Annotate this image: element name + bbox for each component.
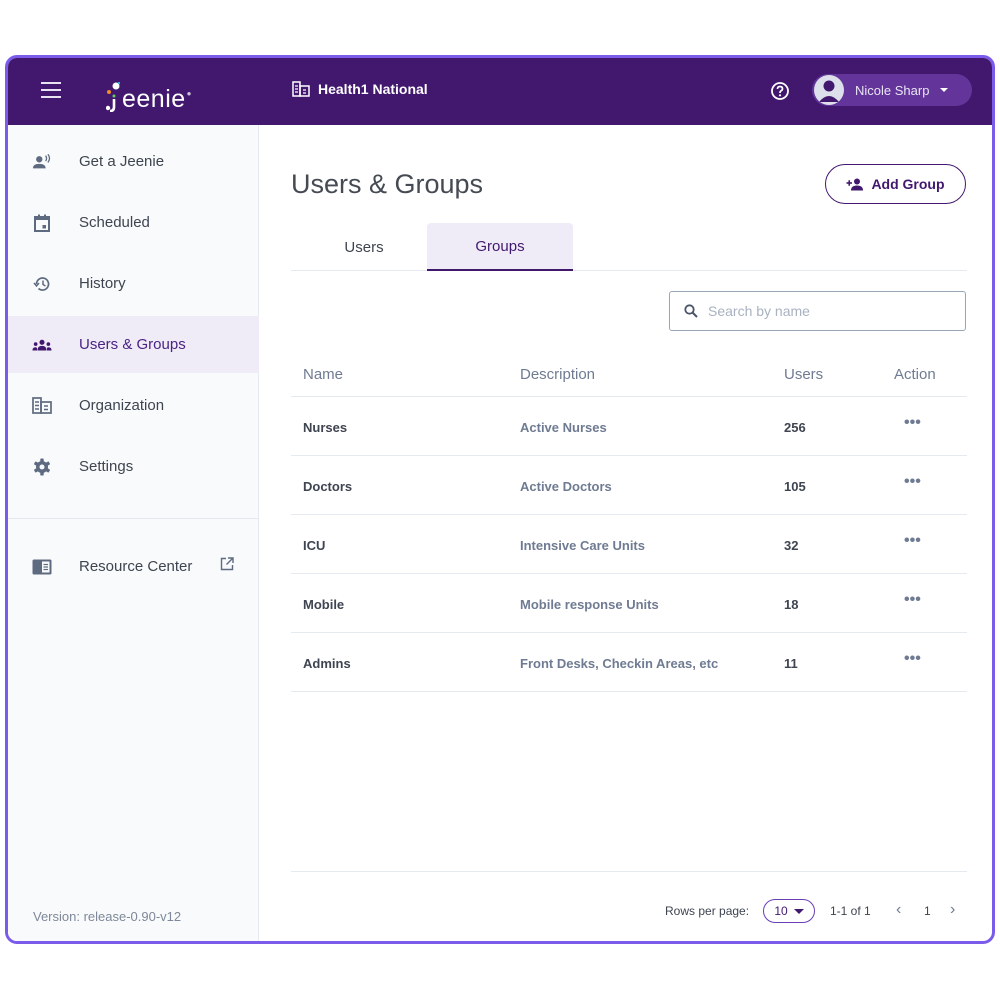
- gear-icon: [32, 457, 52, 477]
- group-name: Mobile: [303, 597, 345, 612]
- group-user-count: 32: [784, 538, 799, 553]
- table-row[interactable]: Admins Front Desks, Checkin Areas, etc 1…: [291, 633, 967, 692]
- table-row[interactable]: Nurses Active Nurses 256 •••: [291, 397, 967, 456]
- sidebar-item-label: Get a Jeenie: [79, 153, 165, 170]
- sidebar-item-organization[interactable]: Organization: [8, 377, 259, 434]
- user-menu-button[interactable]: Nicole Sharp: [812, 74, 972, 106]
- group-name: Admins: [303, 656, 351, 671]
- building-icon: [292, 81, 310, 97]
- pagination: Rows per page: 10 1-1 of 1 ‹ 1 ›: [259, 899, 992, 923]
- group-description: Front Desks, Checkin Areas, etc: [520, 656, 719, 671]
- page-title: Users & Groups: [291, 169, 484, 199]
- table-header: Name Description Users Action: [291, 353, 967, 397]
- sidebar-item-scheduled[interactable]: Scheduled: [8, 194, 259, 251]
- sidebar-item-resource-center[interactable]: Resource Center: [8, 538, 259, 595]
- tab-bar: Users Groups: [291, 223, 967, 271]
- logo-mark-icon: [106, 82, 120, 112]
- building-icon: [32, 396, 52, 416]
- sidebar-item-label: Organization: [79, 397, 165, 414]
- add-group-button[interactable]: Add Group: [825, 164, 966, 204]
- external-link-icon: [220, 557, 234, 576]
- account-circle-icon: [814, 75, 844, 105]
- group-name: Nurses: [303, 420, 348, 435]
- group-name: ICU: [303, 538, 326, 553]
- sidebar-divider: [8, 518, 259, 519]
- column-header-users[interactable]: Users: [784, 366, 823, 383]
- rows-per-page-value: 10: [774, 904, 788, 918]
- more-actions-icon[interactable]: •••: [904, 473, 921, 491]
- organization-name: Health1 National: [318, 81, 428, 97]
- sidebar-item-label: Settings: [79, 458, 134, 475]
- calendar-icon: [32, 213, 52, 233]
- sidebar-item-label: Users & Groups: [79, 336, 186, 353]
- version-label: Version: release-0.90-v12: [33, 909, 182, 924]
- search-field[interactable]: [669, 291, 966, 331]
- group-user-count: 18: [784, 597, 799, 612]
- tab-groups[interactable]: Groups: [427, 223, 573, 271]
- sidebar-item-label: Scheduled: [79, 214, 150, 231]
- sidebar-item-settings[interactable]: Settings: [8, 438, 259, 495]
- group-user-count: 105: [784, 479, 806, 494]
- chevron-left-icon[interactable]: ‹: [896, 901, 901, 919]
- groups-icon: [32, 335, 52, 355]
- sidebar-item-users-groups[interactable]: Users & Groups: [8, 316, 259, 373]
- jeenie-logo[interactable]: Jeenie eenie ●: [106, 72, 192, 112]
- sidebar: Get a Jeenie Scheduled History Users & G…: [8, 125, 259, 941]
- page-range: 1-1 of 1: [830, 904, 871, 918]
- sidebar-item-get-a-jeenie[interactable]: Get a Jeenie: [8, 133, 259, 190]
- organization-label: Health1 National: [292, 81, 428, 97]
- column-header-action: Action: [894, 366, 936, 383]
- column-header-name[interactable]: Name: [303, 366, 343, 383]
- chevron-right-icon[interactable]: ›: [950, 901, 955, 919]
- table-footer-divider: [291, 871, 967, 872]
- sidebar-item-history[interactable]: History: [8, 255, 259, 312]
- top-app-bar: Jeenie eenie ● Health1 National: [8, 58, 992, 125]
- more-actions-icon[interactable]: •••: [904, 414, 921, 432]
- history-icon: [32, 274, 52, 294]
- table-row[interactable]: ICU Intensive Care Units 32 •••: [291, 515, 967, 574]
- current-page: 1: [924, 904, 931, 918]
- table-row[interactable]: Doctors Active Doctors 105 •••: [291, 456, 967, 515]
- main-content: Users & Groups Add Group Users Groups Na…: [259, 125, 992, 941]
- person-speaking-icon: [32, 152, 52, 172]
- group-description: Mobile response Units: [520, 597, 659, 612]
- search-input[interactable]: [708, 303, 938, 319]
- rows-per-page-label: Rows per page:: [665, 904, 750, 918]
- add-person-icon: [846, 178, 864, 190]
- sidebar-item-label: History: [79, 275, 126, 292]
- more-actions-icon[interactable]: •••: [904, 532, 921, 550]
- rows-per-page-select[interactable]: 10: [763, 899, 815, 923]
- caret-down-icon: [793, 908, 804, 914]
- groups-table: Name Description Users Action Nurses Act…: [291, 353, 967, 692]
- book-icon: [32, 557, 52, 577]
- group-user-count: 256: [784, 420, 806, 435]
- group-user-count: 11: [784, 656, 798, 671]
- more-actions-icon[interactable]: •••: [904, 650, 921, 668]
- group-description: Active Doctors: [520, 479, 612, 494]
- app-window: Jeenie eenie ● Health1 National: [5, 55, 995, 944]
- user-name: Nicole Sharp: [855, 82, 930, 98]
- group-description: Intensive Care Units: [520, 538, 645, 553]
- add-group-label: Add Group: [871, 176, 945, 192]
- help-circle-icon[interactable]: [770, 81, 790, 101]
- registered-mark: ●: [186, 89, 192, 98]
- group-name: Doctors: [303, 479, 353, 494]
- search-icon: [684, 304, 698, 318]
- caret-down-icon: [940, 88, 949, 92]
- table-row[interactable]: Mobile Mobile response Units 18 •••: [291, 574, 967, 633]
- group-description: Active Nurses: [520, 420, 607, 435]
- hamburger-menu-icon[interactable]: [41, 82, 61, 98]
- column-header-description[interactable]: Description: [520, 366, 595, 383]
- tab-users[interactable]: Users: [291, 223, 437, 271]
- more-actions-icon[interactable]: •••: [904, 591, 921, 609]
- sidebar-item-label: Resource Center: [79, 558, 193, 575]
- logo-wordmark: eenie: [122, 85, 186, 113]
